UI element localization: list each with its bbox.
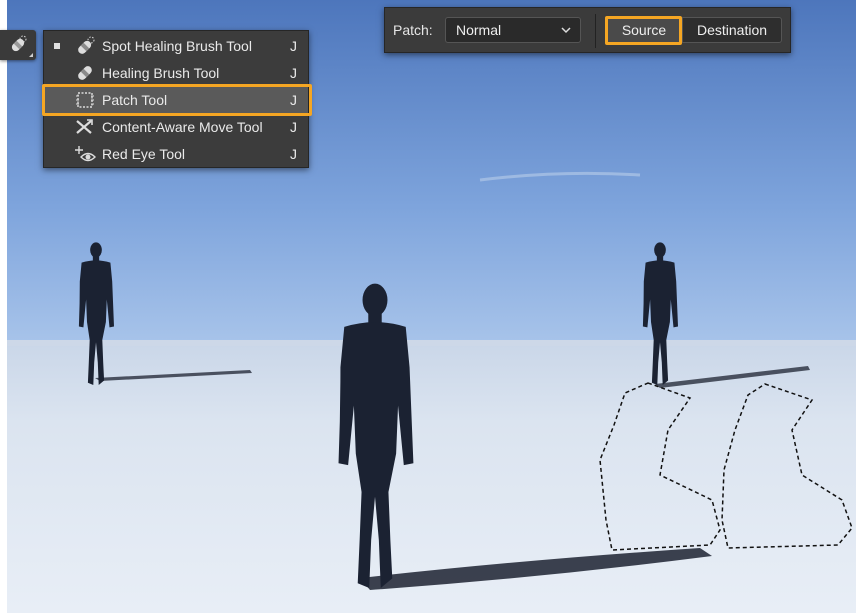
flyout-indicator-icon [29,53,33,57]
patch-mode-select[interactable]: Normal [445,17,581,43]
menu-item-patch[interactable]: Patch Tool J [44,86,308,113]
patch-icon [70,89,100,111]
healing-brush-icon [70,62,100,84]
patch-options-bar: Patch: Normal Source Destination [384,7,791,53]
content-aware-move-icon [70,116,100,138]
spot-healing-brush-icon [11,35,27,52]
red-eye-icon [70,143,100,165]
menu-item-shortcut: J [290,118,297,135]
patch-label: Patch: [393,22,433,38]
destination-button[interactable]: Destination [682,17,782,43]
menu-item-healing-brush[interactable]: Healing Brush Tool J [44,59,308,86]
menu-item-spot-healing-brush[interactable]: Spot Healing Brush Tool J [44,32,308,59]
menu-item-label: Red Eye Tool [102,145,186,162]
menu-item-label: Patch Tool [102,91,168,108]
options-divider [595,14,596,48]
menu-item-shortcut: J [290,91,297,108]
menu-item-shortcut: J [290,145,297,162]
source-button[interactable]: Source [606,17,682,43]
menu-item-label: Content-Aware Move Tool [102,118,263,135]
menu-item-red-eye[interactable]: Red Eye Tool J [44,140,308,167]
spot-healing-brush-icon [70,35,100,57]
menu-item-label: Spot Healing Brush Tool [102,37,252,54]
menu-item-content-aware-move[interactable]: Content-Aware Move Tool J [44,113,308,140]
patch-mode-value: Normal [456,22,502,38]
current-tool-indicator [44,42,70,49]
healing-tool-button[interactable] [0,30,36,60]
chevron-down-icon [561,27,571,34]
menu-item-shortcut: J [290,64,297,81]
menu-item-shortcut: J [290,37,297,54]
menu-item-label: Healing Brush Tool [102,64,220,81]
tool-flyout-menu: Spot Healing Brush Tool J Healing Brush … [43,30,309,168]
